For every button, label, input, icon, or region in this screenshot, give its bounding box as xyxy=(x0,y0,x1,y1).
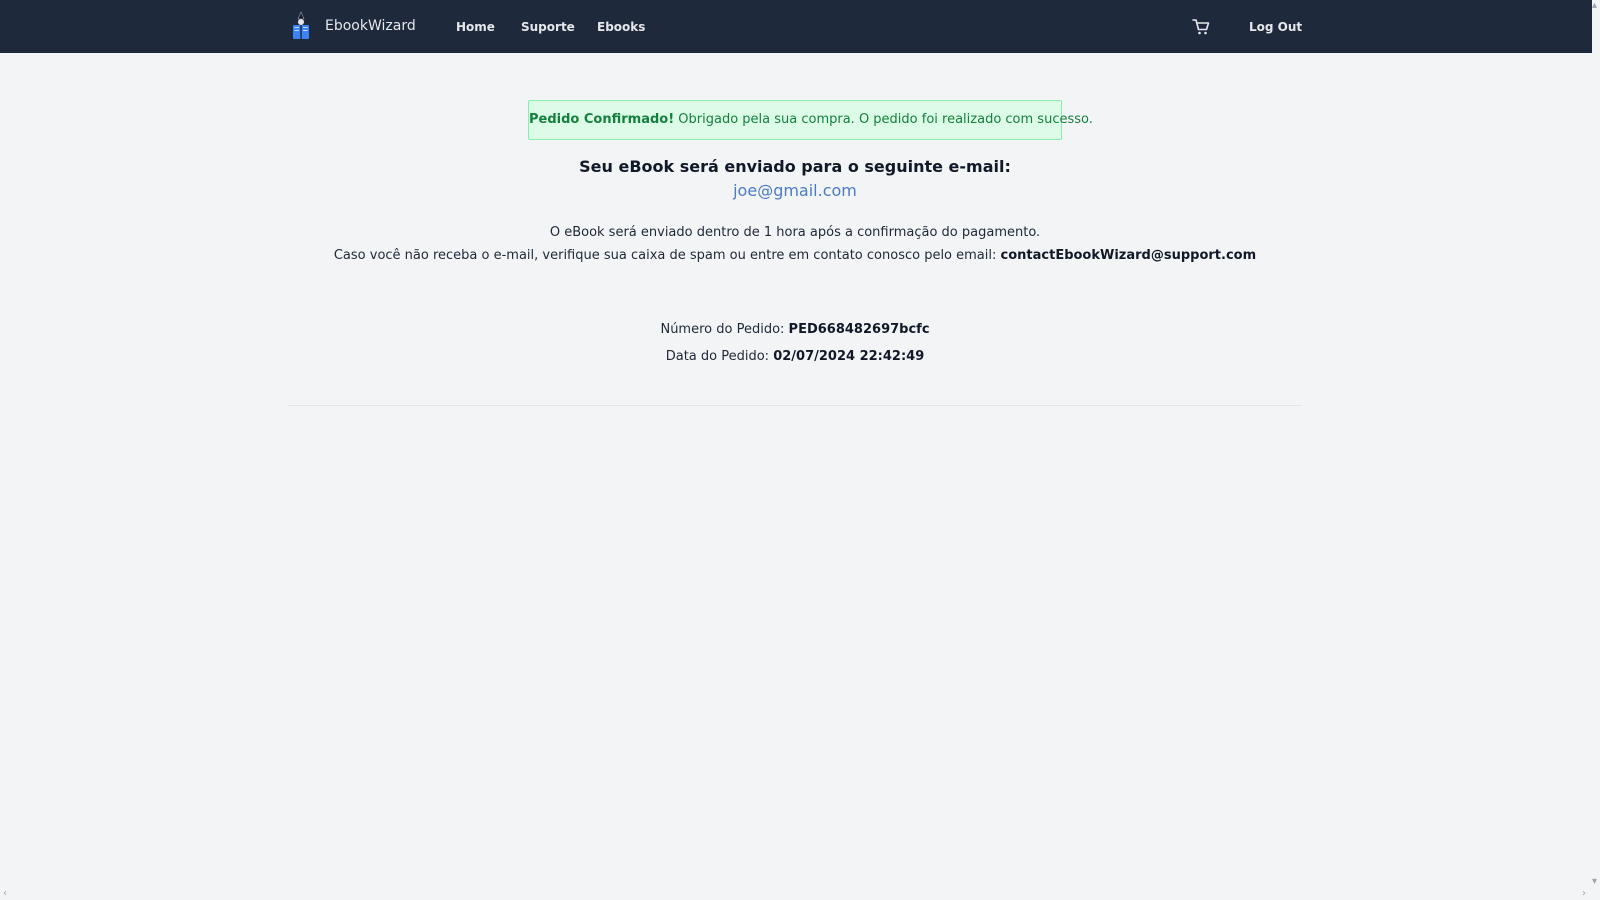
brand-link[interactable]: EbookWizard xyxy=(289,11,416,41)
brand-name: EbookWizard xyxy=(325,18,416,34)
order-date-line: Data do Pedido: 02/07/2024 22:42:49 xyxy=(288,348,1302,366)
scroll-left-icon[interactable]: ‹ xyxy=(3,888,7,900)
alert-title: Pedido Confirmado! xyxy=(529,112,675,127)
email-heading: Seu eBook será enviado para o seguinte e… xyxy=(579,157,1011,176)
alert-message: Obrigado pela sua compra. O pedido foi r… xyxy=(678,112,1093,127)
spam-note-line: Caso você não receba o e-mail, verifique… xyxy=(288,247,1302,265)
nav-link-ebooks[interactable]: Ebooks xyxy=(597,18,645,36)
logout-link[interactable]: Log Out xyxy=(1249,18,1302,36)
order-confirmed-alert: Pedido Confirmado! Obrigado pela sua com… xyxy=(528,100,1093,140)
order-date-label: Data do Pedido: xyxy=(665,349,770,364)
wizard-book-logo-icon xyxy=(293,11,309,39)
horizontal-scrollbar[interactable]: ‹ › xyxy=(0,888,1600,900)
delivery-note: O eBook será enviado dentro de 1 hora ap… xyxy=(549,225,1041,240)
order-number-value: PED668482697bcfc xyxy=(788,322,930,337)
top-navbar: EbookWizard Home Suporte Ebooks Log Out xyxy=(0,0,1592,53)
cart-icon[interactable] xyxy=(1192,18,1210,36)
order-number-label: Número do Pedido: xyxy=(660,322,785,337)
support-email: contactEbookWizard@support.com xyxy=(1000,248,1257,263)
order-number-line: Número do Pedido: PED668482697bcfc xyxy=(288,321,1302,339)
section-divider xyxy=(288,405,1302,406)
scroll-down-icon[interactable]: ▾ xyxy=(1592,876,1597,888)
order-date-value: 02/07/2024 22:42:49 xyxy=(773,349,925,364)
page: EbookWizard Home Suporte Ebooks Log Out … xyxy=(0,0,1600,900)
nav-link-suporte[interactable]: Suporte xyxy=(521,18,575,36)
spam-note: Caso você não receba o e-mail, verifique… xyxy=(333,248,997,263)
scroll-right-icon[interactable]: › xyxy=(1582,888,1586,900)
vertical-scrollbar[interactable]: ▴ ▾ xyxy=(1592,0,1600,888)
recipient-email[interactable]: joe@gmail.com xyxy=(288,180,1302,202)
scroll-up-icon[interactable]: ▴ xyxy=(1592,0,1597,12)
nav-link-home[interactable]: Home xyxy=(456,18,495,36)
